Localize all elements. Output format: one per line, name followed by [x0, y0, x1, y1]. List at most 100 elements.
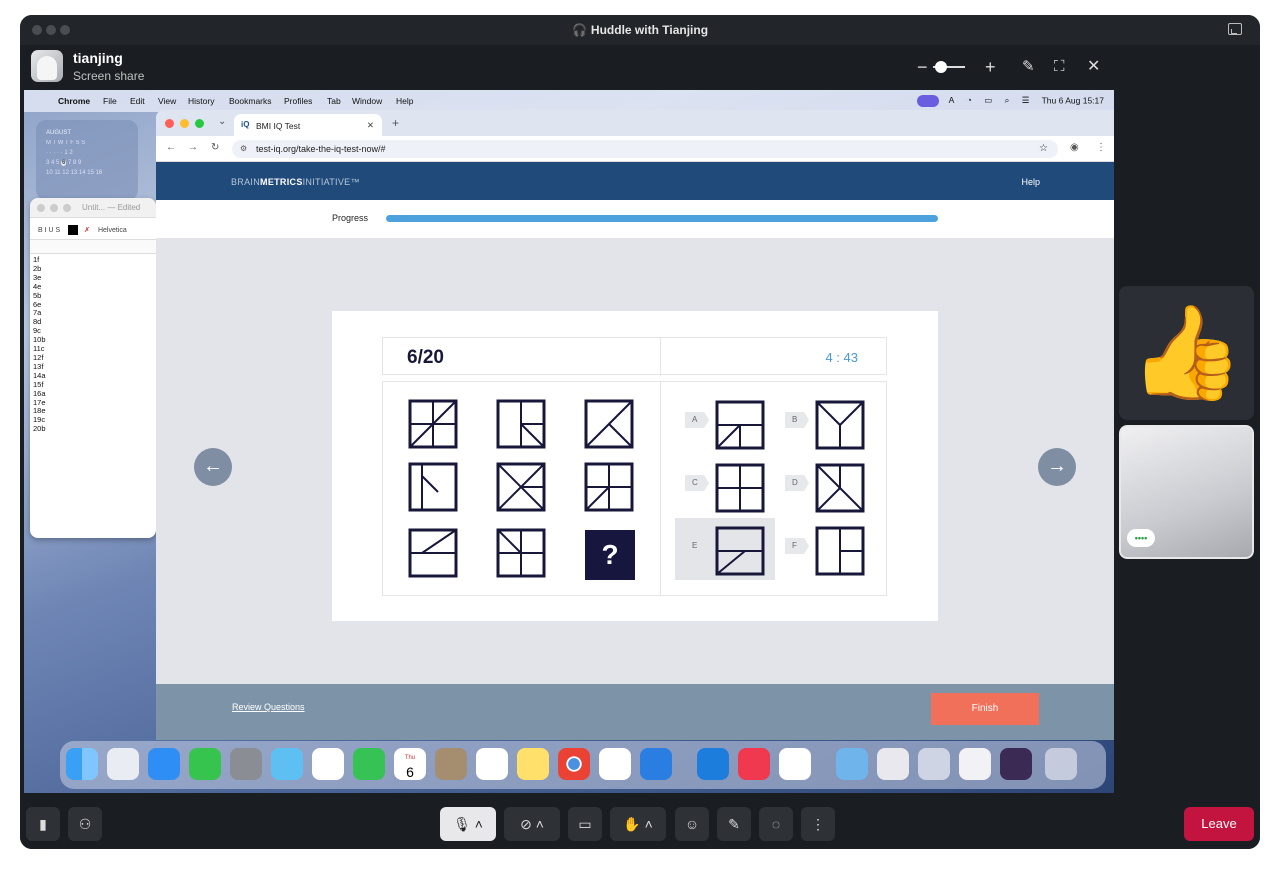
close-share-icon[interactable]: ✕ [1087, 59, 1100, 75]
xcode-icon[interactable] [697, 748, 729, 780]
menu-file[interactable]: File [103, 96, 117, 106]
clear-style-icon[interactable]: ✗ [84, 227, 90, 234]
finish-button[interactable]: Finish [931, 693, 1039, 725]
bold-icon[interactable]: B [38, 227, 43, 234]
review-questions-link[interactable]: Review Questions [232, 702, 305, 712]
camera-off-button[interactable]: ⊘ ˄ [504, 807, 560, 841]
option-f[interactable]: F [775, 518, 875, 580]
menu-help[interactable]: Help [396, 96, 413, 106]
close-tab-icon[interactable]: ✕ [367, 120, 374, 131]
option-d[interactable]: D [775, 455, 875, 517]
reload-icon[interactable]: ↻ [211, 142, 219, 153]
reminders-icon[interactable] [476, 748, 508, 780]
font-selector[interactable]: Helvetica [98, 227, 127, 234]
phone-icon[interactable] [353, 748, 385, 780]
contacts-icon[interactable] [435, 748, 467, 780]
screen-share-indicator-icon[interactable] [916, 95, 939, 107]
chrome-icon[interactable] [558, 748, 590, 780]
back-icon[interactable]: ← [166, 142, 176, 153]
textedit-zoom-dot[interactable] [63, 204, 71, 212]
zoom-slider[interactable] [933, 61, 965, 73]
recent-window-3-icon[interactable] [959, 748, 991, 780]
battery-icon[interactable]: ▭ [984, 95, 992, 105]
option-a[interactable]: A [675, 392, 775, 454]
tab-search-chevron-icon[interactable]: ⌄ [218, 116, 226, 127]
zoom-in-icon[interactable]: + [985, 58, 996, 76]
chrome-min-dot[interactable] [180, 119, 189, 128]
system-settings-icon[interactable] [230, 748, 262, 780]
draw-icon[interactable]: ✎ [717, 807, 751, 841]
slack-icon[interactable] [599, 748, 631, 780]
notes-list[interactable]: 1f 2b 3e 4e 5b 6e 7a 8d 9c 10b 11c 12f 13f 14a 15f 16a 1… [30, 254, 156, 434]
wifi-icon[interactable]: ◔ [967, 95, 972, 105]
trash-icon[interactable] [1045, 748, 1077, 780]
bookmark-star-icon[interactable]: ☆ [1039, 143, 1048, 154]
tab-bmi-iq-test[interactable]: iQ BMI IQ Test ✕ [234, 114, 382, 136]
connection-stats-icon[interactable]: ▮ [26, 807, 60, 841]
site-logo[interactable]: BRAINMETRICSINITIATIVE™ [231, 177, 360, 187]
messages-icon[interactable] [189, 748, 221, 780]
draw-pencil-icon[interactable]: ✎ [1022, 59, 1035, 74]
menu-edit[interactable]: Edit [130, 96, 145, 106]
menu-window[interactable]: Window [352, 96, 382, 106]
forward-icon[interactable]: → [188, 142, 198, 153]
restore-window-icon[interactable] [1228, 23, 1242, 35]
menubar-clock[interactable]: Thu 6 Aug 15:17 [1042, 95, 1104, 105]
text-color-swatch[interactable] [68, 225, 79, 235]
browser-menu-icon[interactable]: ⋮ [1096, 142, 1106, 153]
expand-icon[interactable]: ⛶ [1054, 59, 1065, 74]
chrome-close-dot[interactable] [165, 119, 174, 128]
app-store-icon[interactable] [271, 748, 303, 780]
menu-history[interactable]: History [188, 96, 214, 106]
menu-bookmarks[interactable]: Bookmarks [229, 96, 272, 106]
photos-icon[interactable] [312, 748, 344, 780]
textedit-close-dot[interactable] [37, 204, 45, 212]
recent-window-4-icon[interactable] [1000, 748, 1032, 780]
textedit-ruler[interactable] [30, 240, 156, 254]
launchpad-icon[interactable] [107, 748, 139, 780]
option-b[interactable]: B [775, 392, 875, 454]
next-question-button[interactable]: → [1038, 448, 1076, 486]
participant-tile-reaction[interactable]: 👍 [1119, 286, 1254, 420]
participant-tile-tianjing[interactable]: •••• [1119, 425, 1254, 559]
input-source-icon[interactable]: A [949, 95, 955, 105]
menu-tab[interactable]: Tab [327, 96, 341, 106]
notes-icon[interactable] [517, 748, 549, 780]
safari-icon[interactable] [148, 748, 180, 780]
menu-view[interactable]: View [158, 96, 176, 106]
site-help-link[interactable]: Help [1021, 177, 1040, 187]
calendar-icon[interactable]: Thu 6 [394, 748, 426, 780]
microphone-button[interactable]: 🎙 ˄ [440, 807, 496, 841]
address-bar[interactable]: ⚙ test-iq.org/take-the-iq-test-now/# ☆ [232, 140, 1058, 158]
textedit-min-dot[interactable] [50, 204, 58, 212]
option-e[interactable]: E [675, 518, 775, 580]
add-people-icon[interactable]: ⚇ [68, 807, 102, 841]
dictionary-icon[interactable] [640, 748, 672, 780]
recent-window-2-icon[interactable] [918, 748, 950, 780]
textedit-dock-icon[interactable] [779, 748, 811, 780]
spotlight-search-icon[interactable]: ⌕ [1005, 95, 1010, 105]
downloads-folder-icon[interactable] [836, 748, 868, 780]
menu-profiles[interactable]: Profiles [284, 96, 312, 106]
chat-icon[interactable]: ◌ [759, 807, 793, 841]
control-center-icon[interactable]: ☰ [1022, 95, 1030, 105]
strike-icon[interactable]: S [56, 227, 61, 234]
previous-question-button[interactable]: ← [194, 448, 232, 486]
finder-icon[interactable] [66, 748, 98, 780]
underline-icon[interactable]: U [49, 227, 54, 234]
zoom-out-icon[interactable]: − [917, 58, 928, 76]
more-options-icon[interactable]: ⋮ [801, 807, 835, 841]
raise-hand-button[interactable]: ✋ ˄ [610, 807, 666, 841]
site-info-icon[interactable]: ⚙ [240, 144, 247, 153]
reactions-icon[interactable]: ☺ [675, 807, 709, 841]
option-c[interactable]: C [675, 455, 775, 517]
music-icon[interactable] [738, 748, 770, 780]
italic-icon[interactable]: I [45, 227, 47, 234]
recent-window-1-icon[interactable] [877, 748, 909, 780]
menu-app-name[interactable]: Chrome [58, 96, 90, 106]
share-screen-icon[interactable]: ▭ [568, 807, 602, 841]
profile-icon[interactable]: ◉ [1070, 142, 1079, 153]
leave-button[interactable]: Leave [1184, 807, 1254, 841]
chrome-zoom-dot[interactable] [195, 119, 204, 128]
new-tab-icon[interactable]: + [392, 116, 399, 130]
